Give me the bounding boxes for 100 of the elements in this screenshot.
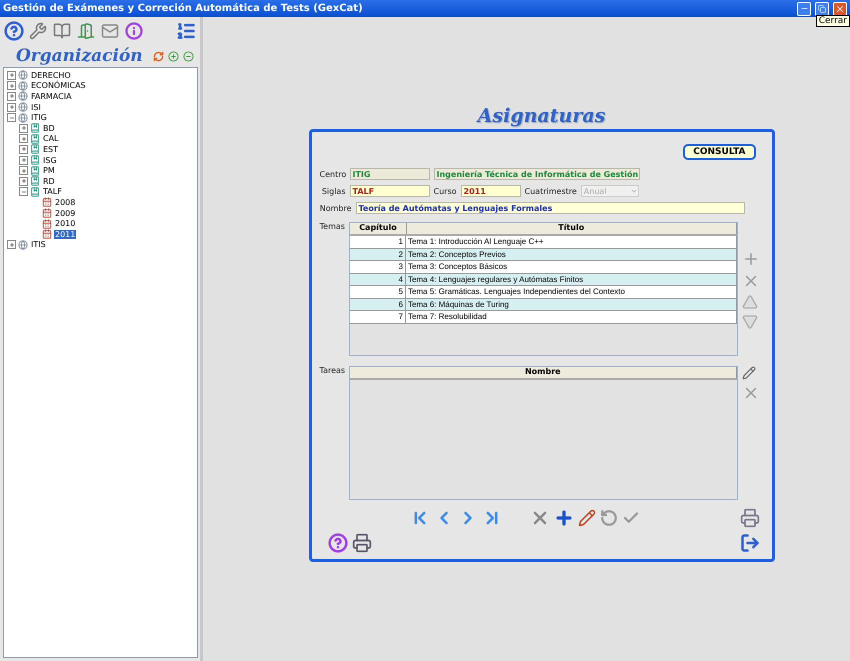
door-icon[interactable] bbox=[76, 20, 96, 42]
tree-item[interactable]: EST bbox=[42, 144, 60, 154]
table-cell: Tema 4: Lenguajes regulares y Autómatas Finitos bbox=[406, 274, 736, 285]
info-icon[interactable] bbox=[124, 20, 144, 42]
consulta-button[interactable]: CONSULTA bbox=[683, 144, 756, 160]
expand-toggle[interactable] bbox=[7, 113, 16, 122]
expand-toggle[interactable] bbox=[19, 187, 28, 196]
expand-toggle[interactable] bbox=[19, 176, 28, 186]
tree-item[interactable]: BD bbox=[42, 124, 56, 133]
printer-icon[interactable] bbox=[740, 508, 760, 528]
expand-toggle[interactable] bbox=[7, 70, 16, 80]
plus-icon bbox=[8, 242, 14, 248]
expand-toggle[interactable] bbox=[7, 102, 16, 112]
form-title: Asignaturas bbox=[478, 105, 606, 127]
tree-item[interactable]: TALF bbox=[42, 187, 63, 196]
expand-toggle[interactable] bbox=[7, 240, 16, 250]
tree-item[interactable]: ISG bbox=[42, 156, 58, 165]
field-label: Siglas bbox=[320, 186, 346, 196]
table-cell: 3 bbox=[350, 261, 406, 272]
tree-item[interactable]: ECONÓMICAS bbox=[30, 81, 87, 90]
calendar-icon bbox=[42, 197, 52, 208]
plus-icon bbox=[20, 178, 26, 184]
table-cell: 1 bbox=[350, 236, 406, 248]
minus-icon bbox=[20, 188, 26, 195]
restore-icon bbox=[818, 4, 826, 12]
field-label: Centro bbox=[320, 170, 346, 178]
plus-icon bbox=[20, 157, 26, 164]
column-header: Título bbox=[406, 223, 736, 234]
tree-item[interactable]: 2010 bbox=[54, 219, 76, 228]
tree-item[interactable]: ITIG bbox=[30, 113, 48, 122]
minimize-button[interactable] bbox=[797, 2, 811, 16]
globe-icon bbox=[18, 240, 28, 250]
tree-item[interactable]: FARMACIA bbox=[30, 92, 73, 101]
input-field[interactable]: ITIG bbox=[350, 168, 430, 180]
exit-icon[interactable] bbox=[740, 533, 760, 553]
globe-icon bbox=[18, 102, 28, 112]
expand-toggle[interactable] bbox=[19, 156, 28, 165]
globe-icon bbox=[18, 70, 28, 80]
add-icon[interactable] bbox=[554, 508, 574, 528]
tree-item[interactable]: 2008 bbox=[54, 198, 76, 207]
expand-toggle[interactable] bbox=[7, 81, 16, 90]
plus-icon bbox=[20, 125, 26, 132]
tree-item[interactable]: CAL bbox=[42, 134, 60, 144]
book-icon bbox=[30, 123, 40, 134]
undo-icon[interactable] bbox=[600, 509, 618, 527]
help-icon[interactable] bbox=[328, 533, 348, 553]
tree-item[interactable]: RD bbox=[42, 176, 56, 186]
input-field[interactable]: 2011 bbox=[460, 185, 521, 197]
book-icon bbox=[30, 144, 40, 154]
table-cell: Tema 5: Gramáticas. Lenguajes Independientes del Contexto bbox=[406, 286, 736, 298]
column-header: Capítulo bbox=[350, 223, 407, 234]
globe-icon bbox=[18, 91, 28, 102]
column-header: Nombre bbox=[350, 367, 736, 378]
section-label: Temas bbox=[320, 222, 345, 233]
globe-icon bbox=[18, 112, 28, 123]
plus-icon bbox=[8, 104, 14, 110]
wrench-icon[interactable] bbox=[28, 20, 48, 42]
table-cell: Tema 6: Máquinas de Turing bbox=[406, 298, 736, 310]
plus-icon bbox=[8, 72, 14, 78]
expand-toggle[interactable] bbox=[19, 134, 28, 144]
expand-toggle[interactable] bbox=[7, 92, 16, 101]
expand-toggle[interactable] bbox=[19, 124, 28, 133]
expand-toggle[interactable] bbox=[19, 166, 28, 176]
plus-icon[interactable] bbox=[168, 50, 179, 62]
book-icon bbox=[30, 155, 40, 166]
tree-item[interactable]: ITIS bbox=[30, 240, 47, 250]
field-label: Curso bbox=[434, 186, 457, 196]
list-icon[interactable] bbox=[176, 20, 196, 42]
close-button[interactable] bbox=[833, 2, 847, 16]
minus-icon bbox=[8, 114, 14, 121]
expand-toggle[interactable] bbox=[19, 144, 28, 154]
table-cell: Tema 3: Conceptos Básicos bbox=[406, 261, 736, 272]
book-icon bbox=[30, 134, 40, 144]
sidebar-title: Organización bbox=[16, 46, 144, 66]
input-field[interactable]: Teoría de Autómatas y Lenguajes Formales bbox=[356, 202, 744, 214]
help-icon[interactable] bbox=[4, 20, 24, 42]
minus-icon[interactable] bbox=[183, 50, 194, 62]
table-cell: Tema 1: Introducción Al Lenguaje C++ bbox=[406, 236, 736, 248]
table-cell: Tema 7: Resolubilidad bbox=[406, 311, 736, 322]
tree-item[interactable]: ISI bbox=[30, 102, 42, 112]
table-cell: 5 bbox=[350, 286, 406, 298]
input-field[interactable]: Ingeniería Técnica de Informática de Gestión bbox=[434, 168, 640, 180]
calendar-icon bbox=[42, 208, 52, 218]
tree-item[interactable]: PM bbox=[42, 166, 56, 176]
window-title: Gestión de Exámenes y Correción Automática de Tests (GexCat) bbox=[3, 3, 364, 14]
table-cell: 7 bbox=[350, 311, 406, 322]
book-icon bbox=[30, 176, 40, 186]
printer-icon[interactable] bbox=[352, 533, 372, 553]
tree-item[interactable]: 2009 bbox=[54, 208, 76, 218]
refresh-icon[interactable] bbox=[153, 50, 164, 62]
restore-button[interactable] bbox=[815, 2, 829, 16]
tree-item[interactable]: 2011 bbox=[54, 230, 76, 239]
tree-item[interactable]: DERECHO bbox=[30, 70, 72, 80]
table-cell: 4 bbox=[350, 274, 406, 285]
calendar-icon bbox=[42, 229, 52, 240]
caret-icon bbox=[630, 187, 638, 195]
pencil-icon[interactable] bbox=[578, 509, 596, 527]
input-field[interactable]: TALF bbox=[350, 185, 430, 197]
table-cell: Tema 2: Conceptos Previos bbox=[406, 248, 736, 260]
close-icon bbox=[835, 4, 845, 14]
